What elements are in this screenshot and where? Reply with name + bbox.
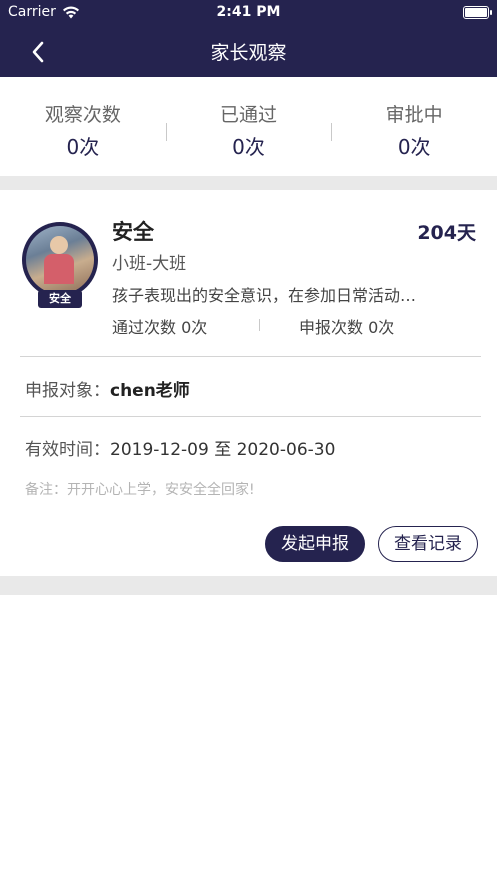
badge-label: 安全 [38, 290, 82, 308]
pass-count-value: 0次 [181, 318, 208, 337]
view-records-button[interactable]: 查看记录 [378, 526, 478, 562]
valid-period-value: 2019-12-09 至 2020-06-30 [110, 440, 336, 460]
valid-period-row: 有效时间：2019-12-09 至 2020-06-30 [25, 435, 335, 460]
item-days: 204天 [417, 222, 476, 244]
badge-photo [26, 226, 94, 294]
report-target-label: 申报对象： [25, 381, 110, 401]
battery-fill [465, 8, 487, 17]
stat-pending: 审批中 0次 [331, 77, 497, 176]
stat-value: 0次 [397, 135, 431, 159]
report-count-label: 申报次数 [299, 318, 364, 337]
app-header: Carrier 2:41 PM 家长观察 [0, 0, 497, 77]
report-count: 申报次数 0次 [299, 314, 394, 338]
section-separator [0, 176, 497, 190]
divider [20, 356, 481, 357]
status-bar: Carrier 2:41 PM [0, 0, 497, 26]
stats-summary: 观察次数 0次 已通过 0次 审批中 0次 [0, 77, 497, 176]
stat-value: 0次 [232, 135, 265, 159]
report-target-value: chen老师 [110, 381, 190, 401]
submit-report-button[interactable]: 发起申报 [265, 526, 365, 562]
valid-period-label: 有效时间： [25, 440, 110, 460]
report-count-value: 0次 [368, 318, 395, 337]
stat-label: 观察次数 [44, 104, 121, 126]
observation-card: 安全 安全 204天 小班-大班 孩子表现出的安全意识，在参加日常活动… 通过次… [0, 190, 497, 576]
status-time: 2:41 PM [216, 4, 281, 20]
item-title: 安全 [112, 220, 154, 244]
page-title: 家长观察 [210, 42, 287, 64]
item-class: 小班-大班 [112, 254, 187, 274]
item-description: 孩子表现出的安全意识，在参加日常活动… [112, 286, 417, 305]
battery-icon [463, 6, 492, 19]
category-badge: 安全 [22, 222, 98, 308]
navigation-bar: 家长观察 [0, 26, 497, 77]
section-separator [0, 576, 497, 595]
divider [20, 416, 481, 417]
report-target-row: 申报对象：chen老师 [25, 376, 190, 401]
count-divider [259, 319, 260, 331]
pass-count-label: 通过次数 [112, 318, 177, 337]
stat-observations: 观察次数 0次 [0, 77, 166, 176]
stat-label: 已通过 [220, 104, 278, 126]
stat-label: 审批中 [385, 104, 443, 126]
stat-value: 0次 [66, 135, 100, 159]
note-text: 备注：开开心心上学，安安全全回家! [25, 482, 255, 498]
pass-count: 通过次数 0次 [112, 314, 207, 338]
item-counts: 通过次数 0次 申报次数 0次 [112, 314, 476, 338]
stat-passed: 已通过 0次 [165, 77, 332, 176]
